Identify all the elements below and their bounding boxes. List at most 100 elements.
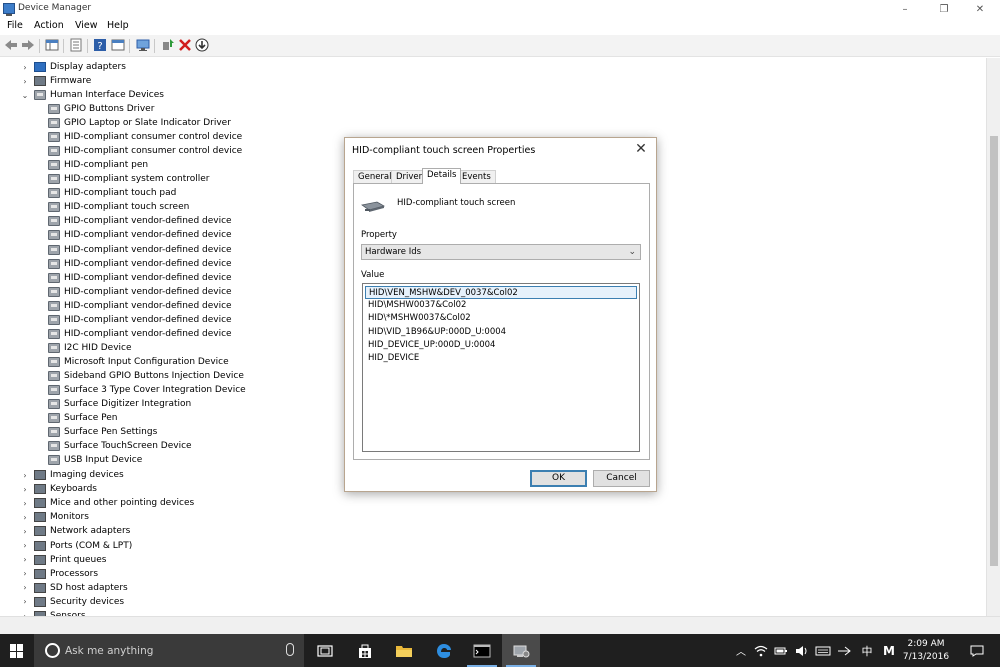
clock[interactable]: 2:09 AM 7/13/2016 [900,638,952,664]
microphone-icon[interactable] [286,643,294,656]
device-manager-taskbar-icon[interactable] [502,634,540,667]
hid-device-item[interactable]: HID-compliant vendor-defined device [48,214,232,228]
task-view-icon[interactable] [306,634,344,667]
hid-device-item[interactable]: HID-compliant consumer control device [48,144,242,158]
horizontal-scrollbar[interactable] [0,616,1000,634]
hid-device-item[interactable]: HID-compliant consumer control device [48,130,242,144]
chevron-down-icon[interactable]: ⌄ [20,91,30,100]
tree-item-firmware[interactable]: › Firmware [20,74,91,88]
property-dropdown[interactable]: Hardware Ids ⌄ [361,244,641,260]
help-icon[interactable]: ? [93,38,107,52]
tree-category-item[interactable]: › Security devices [20,595,124,609]
hid-device-item[interactable]: HID-compliant vendor-defined device [48,257,232,271]
value-list[interactable]: HID\VEN_MSHW&DEV_0037&Col02 HID\MSHW0037&… [362,283,640,452]
vertical-scrollbar[interactable] [986,58,1000,616]
hid-device-item[interactable]: GPIO Buttons Driver [48,102,154,116]
chevron-right-icon[interactable]: › [20,63,30,72]
scrollbar-thumb[interactable] [990,136,998,566]
hid-device-item[interactable]: Surface Pen Settings [48,425,157,439]
chevron-right-icon[interactable]: › [20,527,30,536]
chevron-right-icon[interactable]: › [20,513,30,522]
tree-category-item[interactable]: › Mice and other pointing devices [20,496,194,510]
hid-device-item[interactable]: HID-compliant vendor-defined device [48,299,232,313]
ime-indicator[interactable]: M [879,634,899,667]
hid-device-item[interactable]: Surface Pen [48,411,118,425]
cancel-button[interactable]: Cancel [593,470,650,487]
hid-device-item[interactable]: HID-compliant vendor-defined device [48,243,232,257]
tree-category-item[interactable]: › Print queues [20,553,106,567]
chevron-right-icon[interactable]: › [20,555,30,564]
tree-category-item[interactable]: › Processors [20,567,98,581]
chevron-right-icon[interactable]: › [20,583,30,592]
hid-device-item[interactable]: USB Input Device [48,453,142,467]
hid-device-item[interactable]: Surface 3 Type Cover Integration Device [48,383,246,397]
chevron-right-icon[interactable]: › [20,471,30,480]
tree-category-item[interactable]: › Network adapters [20,524,130,538]
tab-general[interactable]: General [353,170,397,183]
show-hide-console-tree-icon[interactable] [45,38,59,52]
maximize-button[interactable]: ❐ [927,0,961,18]
value-row[interactable]: HID_DEVICE_UP:000D_U:0004 [365,339,637,352]
view-icon[interactable] [111,38,125,52]
hid-device-item[interactable]: GPIO Laptop or Slate Indicator Driver [48,116,231,130]
value-row[interactable]: HID\*MSHW0037&Col02 [365,312,637,325]
language-indicator[interactable]: 中 [857,634,877,667]
disable-icon[interactable] [195,38,209,52]
chevron-right-icon[interactable]: › [20,485,30,494]
volume-icon[interactable] [793,634,811,667]
hid-device-item[interactable]: HID-compliant system controller [48,172,209,186]
value-row[interactable]: HID\VID_1B96&UP:000D_U:0004 [365,326,637,339]
tree-item-display-adapters[interactable]: › Display adapters [20,60,126,74]
hid-device-item[interactable]: HID-compliant vendor-defined device [48,313,232,327]
hid-device-item[interactable]: HID-compliant touch pad [48,186,176,200]
update-driver-icon[interactable] [161,38,175,52]
value-row[interactable]: HID\MSHW0037&Col02 [365,299,637,312]
file-explorer-icon[interactable] [385,634,423,667]
hid-device-item[interactable]: HID-compliant vendor-defined device [48,271,232,285]
chevron-up-icon[interactable]: ︿ [733,634,749,667]
tree-category-item[interactable]: › Ports (COM & LPT) [20,539,132,553]
menu-action[interactable]: Action [34,20,64,31]
tree-item-human-interface-devices[interactable]: ⌄ Human Interface Devices [20,88,164,102]
tree-category-item[interactable]: › Keyboards [20,482,97,496]
hid-device-item[interactable]: I2C HID Device [48,341,132,355]
hid-device-item[interactable]: HID-compliant touch screen [48,200,189,214]
tree-category-item[interactable]: › Sensors [20,609,86,616]
menu-help[interactable]: Help [107,20,129,31]
value-row[interactable]: HID_DEVICE [365,352,637,365]
menu-file[interactable]: File [7,20,23,31]
tree-category-item[interactable]: › SD host adapters [20,581,128,595]
menu-view[interactable]: View [75,20,98,31]
wifi-icon[interactable] [752,634,770,667]
store-icon[interactable] [346,634,384,667]
chevron-right-icon[interactable]: › [20,77,30,86]
close-button[interactable]: ✕ [963,0,997,18]
hid-device-item[interactable]: Microsoft Input Configuration Device [48,355,229,369]
dialog-close-button[interactable]: ✕ [632,141,650,159]
command-prompt-icon[interactable] [463,634,501,667]
uninstall-icon[interactable] [178,38,192,52]
search-box[interactable]: Ask me anything [34,634,304,667]
minimize-button[interactable]: – [888,0,922,18]
chevron-right-icon[interactable]: › [20,569,30,578]
hid-device-item[interactable]: Surface Digitizer Integration [48,397,191,411]
ok-button[interactable]: OK [530,470,587,487]
tree-category-item[interactable]: › Imaging devices [20,468,124,482]
chevron-right-icon[interactable]: › [20,541,30,550]
properties-icon[interactable] [69,38,83,52]
hid-device-item[interactable]: HID-compliant pen [48,158,148,172]
battery-icon[interactable] [772,634,790,667]
hid-device-item[interactable]: HID-compliant vendor-defined device [48,228,232,242]
tree-category-item[interactable]: › Monitors [20,510,89,524]
hid-device-item[interactable]: HID-compliant vendor-defined device [48,285,232,299]
action-icon[interactable] [835,634,853,667]
hid-device-item[interactable]: Surface TouchScreen Device [48,439,192,453]
keyboard-icon[interactable] [814,634,832,667]
chevron-right-icon[interactable]: › [20,597,30,606]
chevron-right-icon[interactable]: › [20,499,30,508]
edge-icon[interactable] [425,634,463,667]
notification-icon[interactable] [962,634,992,667]
hid-device-item[interactable]: Sideband GPIO Buttons Injection Device [48,369,244,383]
start-button[interactable] [10,644,24,658]
back-icon[interactable] [4,38,18,52]
